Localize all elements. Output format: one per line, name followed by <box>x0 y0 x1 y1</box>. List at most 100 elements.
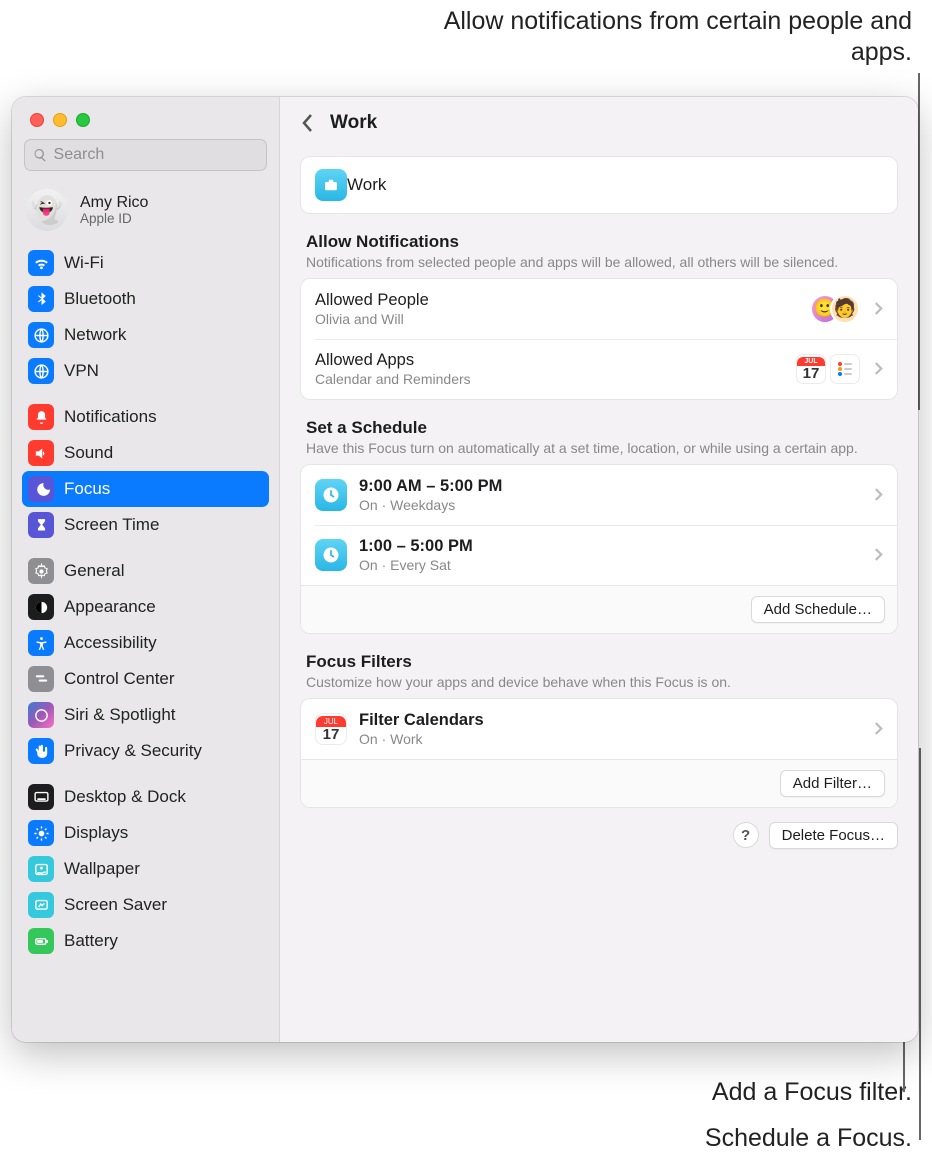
section-title: Focus Filters <box>306 652 892 672</box>
sidebar-list: Wi-Fi Bluetooth Network VPN Notifications Sou… <box>12 245 279 969</box>
hand-icon <box>28 738 54 764</box>
bell-icon <box>28 404 54 430</box>
row-title: 1:00 – 5:00 PM <box>359 537 866 556</box>
schedule-card: 9:00 AM – 5:00 PM On · Weekdays 1:00 – 5… <box>300 464 898 634</box>
globe-icon <box>28 322 54 348</box>
sidebar-item-label: Desktop & Dock <box>64 787 186 807</box>
sidebar-item-wi-fi[interactable]: Wi-Fi <box>22 245 269 281</box>
sidebar-item-bluetooth[interactable]: Bluetooth <box>22 281 269 317</box>
sidebar-item-accessibility[interactable]: Accessibility <box>22 625 269 661</box>
clock-icon <box>315 479 347 511</box>
sidebar-item-vpn[interactable]: VPN <box>22 353 269 389</box>
gear-icon <box>28 558 54 584</box>
back-button[interactable] <box>292 108 322 138</box>
calendar-icon: JUL 17 <box>315 713 347 745</box>
sidebar-item-label: Network <box>64 325 126 345</box>
callout-schedule: Schedule a Focus. <box>705 1123 912 1154</box>
siri-icon <box>28 702 54 728</box>
wallpaper-icon <box>28 856 54 882</box>
filters-card: JUL 17 Filter Calendars On · Work Add Fi… <box>300 698 898 808</box>
sidebar-item-sound[interactable]: Sound <box>22 435 269 471</box>
sidebar-item-notifications[interactable]: Notifications <box>22 399 269 435</box>
row-sub: Calendar and Reminders <box>315 371 796 387</box>
allowed-apps-row[interactable]: Allowed Apps Calendar and Reminders JUL1… <box>301 339 897 399</box>
sidebar-item-siri-spotlight[interactable]: Siri & Spotlight <box>22 697 269 733</box>
sidebar-item-wallpaper[interactable]: Wallpaper <box>22 851 269 887</box>
row-sub: Olivia and Will <box>315 311 810 327</box>
row-sub: On · Work <box>359 731 866 747</box>
sidebar-item-focus[interactable]: Focus <box>22 471 269 507</box>
sidebar-item-label: Wi-Fi <box>64 253 104 273</box>
delete-focus-button[interactable]: Delete Focus… <box>769 822 898 849</box>
sidebar-item-battery[interactable]: Battery <box>22 923 269 959</box>
focus-name-card[interactable]: Work <box>300 156 898 214</box>
sidebar-item-label: Displays <box>64 823 128 843</box>
switches-icon <box>28 666 54 692</box>
search-input[interactable] <box>54 146 258 164</box>
apps-icons: JUL17 <box>796 354 860 384</box>
add-schedule-button[interactable]: Add Schedule… <box>751 596 885 623</box>
sidebar-item-desktop-dock[interactable]: Desktop & Dock <box>22 779 269 815</box>
sidebar-item-label: Appearance <box>64 597 156 617</box>
filter-row[interactable]: JUL 17 Filter Calendars On · Work <box>301 699 897 759</box>
battery-icon <box>28 928 54 954</box>
row-title: Allowed Apps <box>315 351 796 370</box>
main-pane: Work Work Allow Notifications Notificati… <box>280 97 918 1042</box>
search-field[interactable] <box>24 139 267 171</box>
schedule-row[interactable]: 9:00 AM – 5:00 PM On · Weekdays <box>301 465 897 525</box>
sound-icon <box>28 440 54 466</box>
sidebar-item-label: VPN <box>64 361 99 381</box>
help-button[interactable]: ? <box>733 822 759 848</box>
sidebar-item-label: Bluetooth <box>64 289 136 309</box>
sidebar-item-label: Notifications <box>64 407 157 427</box>
account-row[interactable]: 👻 Amy Rico Apple ID <box>12 179 279 245</box>
allowed-people-row[interactable]: Allowed People Olivia and Will 🙂 🧑 <box>301 279 897 339</box>
callout-allow: Allow notifications from certain people … <box>392 6 912 69</box>
schedule-row[interactable]: 1:00 – 5:00 PM On · Every Sat <box>301 525 897 585</box>
hourglass-icon <box>28 512 54 538</box>
sidebar-item-displays[interactable]: Displays <box>22 815 269 851</box>
sidebar-item-control-center[interactable]: Control Center <box>22 661 269 697</box>
focus-name: Work <box>347 175 883 195</box>
section-desc: Customize how your apps and device behav… <box>306 673 892 692</box>
row-sub: On · Every Sat <box>359 557 866 573</box>
row-title: Filter Calendars <box>359 711 866 730</box>
appearance-icon <box>28 594 54 620</box>
sidebar-item-appearance[interactable]: Appearance <box>22 589 269 625</box>
add-filter-button[interactable]: Add Filter… <box>780 770 885 797</box>
callout-addfilter: Add a Focus filter. <box>712 1077 912 1108</box>
sidebar-item-label: General <box>64 561 124 581</box>
chevron-icon <box>874 356 883 382</box>
page-title: Work <box>330 112 377 134</box>
sidebar-item-label: Sound <box>64 443 113 463</box>
section-desc: Notifications from selected people and a… <box>306 253 892 272</box>
sidebar-item-privacy-security[interactable]: Privacy & Security <box>22 733 269 769</box>
section-filters-header: Focus Filters Customize how your apps an… <box>300 634 898 698</box>
wifi-icon <box>28 250 54 276</box>
sidebar-item-label: Siri & Spotlight <box>64 705 176 725</box>
sidebar-item-network[interactable]: Network <box>22 317 269 353</box>
sidebar-item-screen-saver[interactable]: Screen Saver <box>22 887 269 923</box>
row-sub: On · Weekdays <box>359 497 866 513</box>
chevron-icon <box>874 482 883 508</box>
search-icon <box>33 147 48 163</box>
settings-window: 👻 Amy Rico Apple ID Wi-Fi Bluetooth Networ… <box>12 97 918 1042</box>
sidebar-item-screen-time[interactable]: Screen Time <box>22 507 269 543</box>
section-title: Allow Notifications <box>306 232 892 252</box>
row-title: 9:00 AM – 5:00 PM <box>359 477 866 496</box>
sidebar-item-label: Control Center <box>64 669 175 689</box>
callout-line <box>918 73 920 409</box>
account-name: Amy Rico <box>80 194 148 212</box>
avatar: 👻 <box>26 189 68 231</box>
briefcase-icon <box>315 169 347 201</box>
avatar-will: 🧑 <box>830 294 860 324</box>
close-button[interactable] <box>30 113 44 127</box>
row-title: Allowed People <box>315 291 810 310</box>
sidebar-item-general[interactable]: General <box>22 553 269 589</box>
chevron-icon <box>874 542 883 568</box>
zoom-button[interactable] <box>76 113 90 127</box>
main-header: Work <box>280 97 918 150</box>
people-avatars: 🙂 🧑 <box>810 294 860 324</box>
section-title: Set a Schedule <box>306 418 892 438</box>
minimize-button[interactable] <box>53 113 67 127</box>
